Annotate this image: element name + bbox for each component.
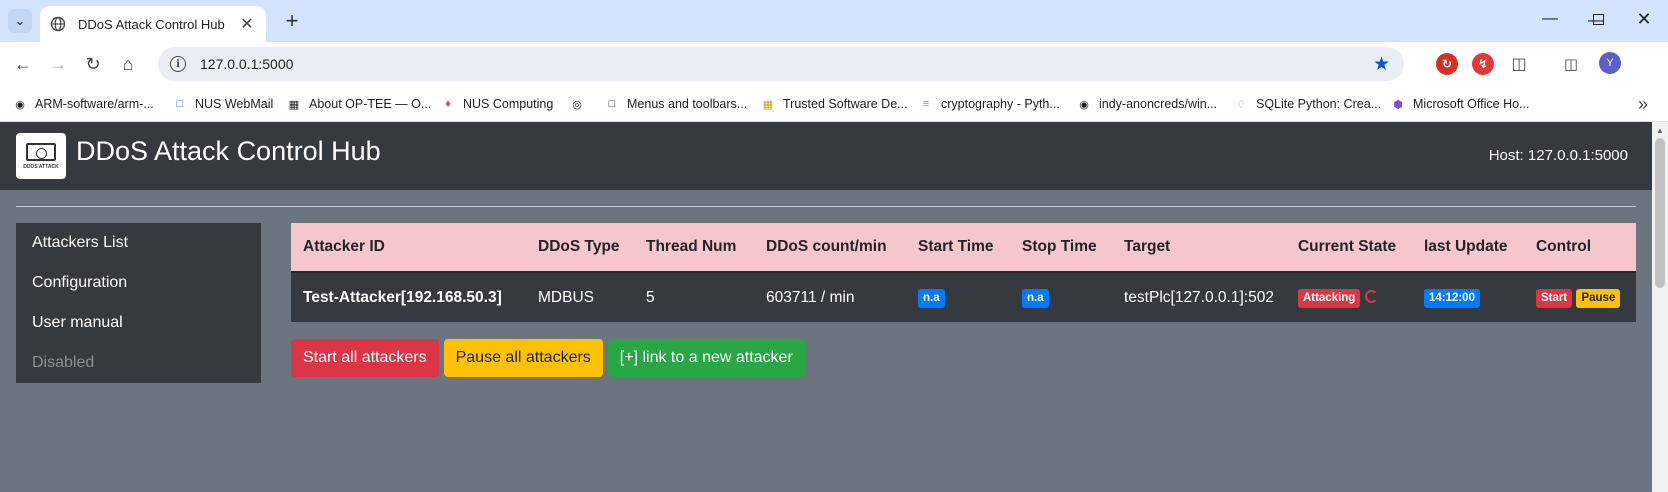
minimize-window-icon[interactable]: — <box>1532 6 1568 32</box>
pause-all-button[interactable]: Pause all attackers <box>443 339 603 377</box>
bookmark-item[interactable]: ◉ ARM-software/arm-... <box>12 94 154 114</box>
start-time-badge: n.a <box>918 288 945 308</box>
sidebar-item-user-manual[interactable]: User manual <box>16 311 261 351</box>
app-header: DDOS ATTACK DDoS Attack Control Hub Host… <box>0 122 1652 190</box>
col-header: Attacker ID <box>303 238 385 255</box>
side-panel-icon[interactable]: ◫ <box>1560 53 1582 75</box>
github-icon: ◉ <box>1079 98 1089 111</box>
bookmark-item[interactable]: ♦ NUS Computing <box>440 94 553 114</box>
tab-search-chevron-icon[interactable]: ⌄ <box>8 9 32 33</box>
ddos-type-cell: MDBUS <box>538 288 594 306</box>
last-update-cell: 14:12:00 <box>1412 272 1524 322</box>
col-header: Current State <box>1297 238 1397 255</box>
bookmark-item[interactable]: □ NUS WebMail <box>172 94 274 114</box>
start-time-cell: n.a <box>906 272 1010 322</box>
reload-icon[interactable]: ↻ <box>81 52 105 76</box>
forward-icon[interactable]: → <box>46 52 70 76</box>
sidebar-item-disabled: Disabled <box>32 354 95 371</box>
col-header: Control <box>1535 238 1592 255</box>
stop-time-cell: n.a <box>1010 272 1112 322</box>
bookmark-item[interactable]: ▦ About OP-TEE — O... <box>286 94 431 114</box>
square-icon: □ <box>608 98 616 110</box>
browser-tab-active[interactable]: DDoS Attack Control Hub ✕ <box>40 6 266 42</box>
tab-close-icon[interactable]: ✕ <box>238 14 256 34</box>
state-cell: Attacking <box>1286 272 1412 322</box>
grid-icon: ▦ <box>762 98 774 111</box>
tab-title: DDoS Attack Control Hub <box>78 16 225 32</box>
maximize-window-icon[interactable] <box>1580 6 1616 32</box>
bookmark-item[interactable]: ◎ <box>569 94 592 114</box>
bookmarks-overflow-icon[interactable]: » <box>1638 94 1648 115</box>
ddos-count-cell: 603711 / min <box>766 288 855 306</box>
host-label: Host: 127.0.0.1:5000 <box>1488 147 1628 164</box>
col-header: DDoS count/min <box>766 238 887 255</box>
control-cell: Start Pause <box>1524 272 1636 322</box>
stack-icon: ≡ <box>922 98 930 110</box>
attacker-id-cell: Test-Attacker[192.168.50.3] <box>303 288 502 306</box>
scroll-up-icon[interactable]: ▲ <box>1656 126 1664 135</box>
thread-num-cell: 5 <box>646 288 655 306</box>
row-start-button[interactable]: Start <box>1535 288 1573 308</box>
table-header-row: Attacker ID DDoS Type Thread Num DDoS co… <box>291 223 1636 272</box>
bookmarks-bar: ◉ ARM-software/arm-... □ NUS WebMail ▦ Abou… <box>0 86 1668 122</box>
divider <box>16 206 1636 207</box>
close-window-icon[interactable]: ✕ <box>1626 6 1662 32</box>
monitor-icon <box>26 142 56 161</box>
attackers-table: Attacker ID DDoS Type Thread Num DDoS co… <box>291 223 1636 322</box>
page-scrollbar[interactable]: ▲ <box>1652 122 1668 492</box>
state-badge: Attacking <box>1297 288 1361 308</box>
nus-icon: □ <box>176 98 184 110</box>
profile-avatar[interactable]: Y <box>1599 52 1621 74</box>
action-buttons: Start all attackers Pause all attackers … <box>291 339 805 377</box>
extension-lightning-icon[interactable]: ↯ <box>1472 53 1494 75</box>
col-header: last Update <box>1423 238 1508 255</box>
bookmark-item[interactable]: □ Menus and toolbars... <box>604 94 748 114</box>
scrollbar-thumb[interactable] <box>1655 138 1665 288</box>
extensions-puzzle-icon[interactable]: ◫ <box>1508 53 1530 75</box>
new-tab-icon[interactable]: + <box>280 9 304 33</box>
logo-caption: DDOS ATTACK <box>23 163 59 170</box>
doc-icon: ▦ <box>288 98 300 111</box>
sqlite-icon: ♢ <box>1236 98 1246 111</box>
github-icon: ◉ <box>15 98 25 111</box>
address-bar[interactable]: i 127.0.0.1:5000 ★ <box>158 47 1404 81</box>
loading-spinner-icon <box>1365 289 1379 303</box>
nus-crest-icon: ♦ <box>445 98 451 110</box>
page-body: DDOS ATTACK DDoS Attack Control Hub Host… <box>0 122 1652 492</box>
start-all-button[interactable]: Start all attackers <box>291 339 439 377</box>
bookmark-item[interactable]: ≡ cryptography - Pyth... <box>918 94 1060 114</box>
globe-icon: ◎ <box>572 98 582 111</box>
office-icon: ⬢ <box>1393 98 1403 111</box>
browser-tab-bar: ⌄ DDoS Attack Control Hub ✕ + — <box>0 0 1668 42</box>
browser-toolbar: ← → ↻ ⌂ i 127.0.0.1:5000 ★ ↻ ↯ ◫ ◫ Y <box>0 42 1668 86</box>
app-title: DDoS Attack Control Hub <box>76 136 381 166</box>
target-cell: testPlc[127.0.0.1]:502 <box>1124 288 1274 306</box>
last-update-badge: 14:12:00 <box>1423 288 1480 308</box>
extension-red-icon[interactable]: ↻ <box>1436 53 1458 75</box>
sidebar: Attackers List Configuration User manual… <box>16 223 261 383</box>
site-info-icon[interactable]: i <box>170 56 186 72</box>
stop-time-badge: n.a <box>1022 288 1049 308</box>
sidebar-item-configuration[interactable]: Configuration <box>16 271 261 311</box>
bookmark-item[interactable]: ♢ SQLite Python: Crea... <box>1233 94 1381 114</box>
col-header: DDoS Type <box>538 238 620 255</box>
table-row: Test-Attacker[192.168.50.3] MDBUS 5 6037… <box>291 272 1636 322</box>
bookmark-item[interactable]: ▦ Trusted Software De... <box>760 94 908 114</box>
col-header: Target <box>1124 238 1171 255</box>
home-icon[interactable]: ⌂ <box>116 52 140 76</box>
sidebar-item-attackers-list[interactable]: Attackers List <box>16 231 261 271</box>
back-icon[interactable]: ← <box>11 52 35 76</box>
bookmark-item[interactable]: ◉ indy-anoncreds/win... <box>1076 94 1217 114</box>
row-pause-button[interactable]: Pause <box>1576 288 1621 308</box>
app-logo: DDOS ATTACK <box>16 133 66 179</box>
col-header: Start Time <box>918 238 994 255</box>
col-header: Thread Num <box>646 238 737 255</box>
bookmark-item[interactable]: ⬢ Microsoft Office Ho... <box>1390 94 1529 114</box>
bookmark-star-icon[interactable]: ★ <box>1373 53 1390 76</box>
url-text[interactable]: 127.0.0.1:5000 <box>200 56 293 72</box>
globe-icon <box>50 16 66 32</box>
link-new-attacker-button[interactable]: [+] link to a new attacker <box>607 339 805 377</box>
col-header: Stop Time <box>1022 238 1097 255</box>
